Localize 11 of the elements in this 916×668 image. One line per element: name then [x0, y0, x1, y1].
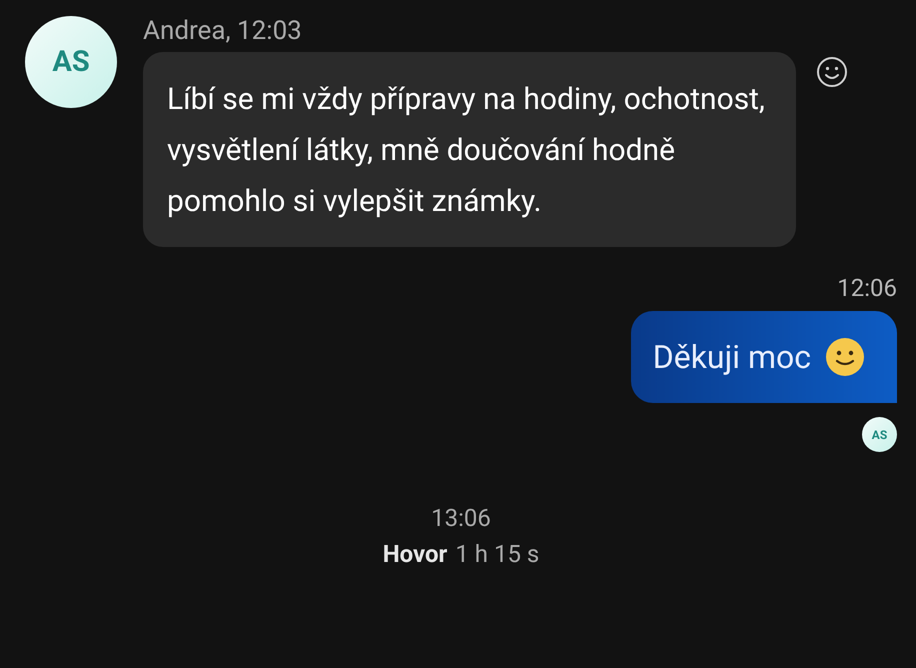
sender-name-time: Andrea, 12:03 [143, 16, 303, 46]
call-duration: 1 h 15 s [455, 540, 540, 568]
smiley-icon[interactable] [816, 56, 848, 88]
message-time: 12:06 [837, 273, 897, 303]
call-label: Hovor [382, 540, 448, 568]
smiley-face-icon [825, 337, 865, 377]
message-bubble: Děkuji moc [630, 311, 897, 403]
call-time: 13:06 [431, 504, 491, 532]
message-bubble: Líbí se mi vždy přípravy na hodiny, ochotnost, vysvětlení látky, mně doučování hodně pomohlo si vylepšit známky. [143, 52, 796, 247]
read-avatar: AS [862, 417, 897, 452]
avatar[interactable]: AS [25, 16, 117, 108]
